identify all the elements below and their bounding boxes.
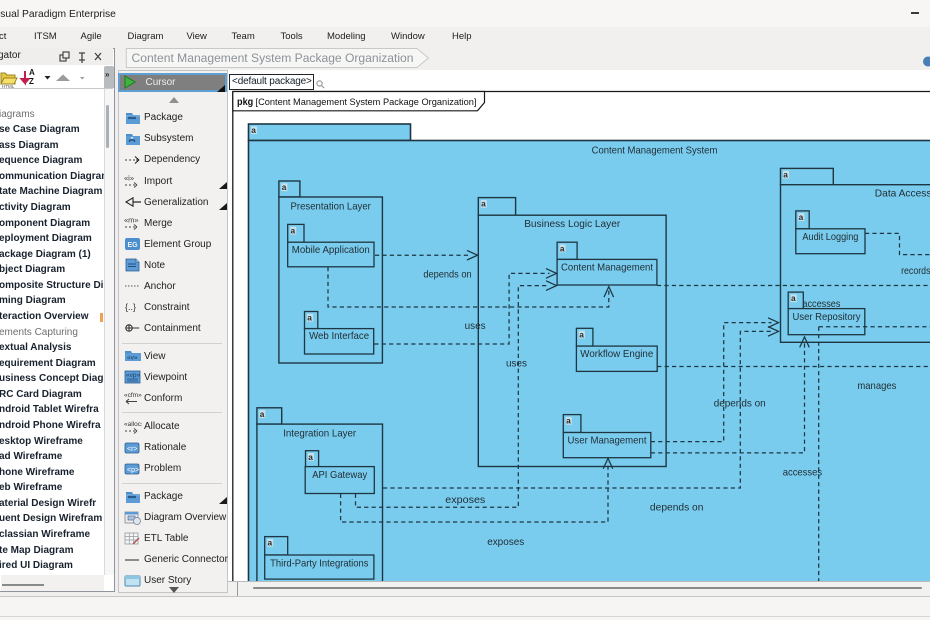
svg-text:a: a [267,538,272,548]
svg-text:Data Access Layer: Data Access Layer [874,189,930,200]
svg-text:«vp»: «vp» [126,372,140,379]
svg-text:Presentation Layer: Presentation Layer [290,202,371,213]
svg-text:«v»: «v» [127,355,138,362]
svg-text:a: a [251,125,256,135]
svg-text:«cfm»: «cfm» [124,392,142,399]
svg-text:Integration Layer: Integration Layer [283,429,357,440]
svg-text:Mobile Application: Mobile Application [291,245,369,256]
svg-text:manages: manages [857,381,896,392]
svg-text:a: a [559,243,564,253]
svg-text:a: a [791,293,796,303]
svg-text:{..}: {..} [125,302,136,312]
svg-text:Web Interface: Web Interface [309,331,369,342]
svg-text:Content Management: Content Management [561,262,653,273]
svg-text:a: a [281,182,286,192]
svg-text:uses: uses [464,321,485,332]
svg-text:records: records [901,266,930,277]
svg-text:a: a [566,416,571,426]
svg-text:a: a [798,212,803,222]
svg-text:Third-Party Integrations: Third-Party Integrations [270,558,368,569]
svg-text:depends on: depends on [649,502,703,513]
svg-text:A: A [29,68,35,77]
svg-text:accesses: accesses [802,299,840,310]
svg-text:a: a [579,329,584,339]
svg-text:exposes: exposes [487,537,524,548]
svg-text:Business Logic Layer: Business Logic Layer [524,219,621,230]
svg-text:a: a [481,199,486,209]
svg-text:EG: EG [128,242,139,249]
svg-text:Z: Z [29,77,34,86]
svg-text:exposes: exposes [445,495,485,506]
svg-text:a: a [290,226,295,236]
svg-text:<p>: <p> [127,467,139,474]
svg-text:uses: uses [506,358,527,369]
svg-text:accesses: accesses [782,468,821,479]
svg-text:a: a [307,313,312,323]
svg-text:pkg: pkg [237,97,253,108]
svg-text:User Management: User Management [567,436,646,447]
svg-text:«i»: «i» [124,174,134,183]
svg-text:Content Management System Pack: Content Management System Package Organi… [132,51,414,65]
svg-text:User Repository: User Repository [792,312,861,323]
svg-text:depends on: depends on [713,398,765,409]
svg-text:Audit Logging: Audit Logging [802,232,858,243]
svg-text:Workflow Engine: Workflow Engine [580,349,653,360]
svg-text:«alloc»: «alloc» [124,421,142,428]
svg-text:API Gateway: API Gateway [312,470,368,481]
svg-text:a: a [308,452,313,462]
svg-text:[Content Management System Pac: [Content Management System Package Organ… [255,97,476,108]
svg-text:a: a [783,170,788,180]
svg-text:<r>: <r> [127,446,138,453]
svg-text:a: a [259,409,264,419]
svg-text:Content Management System: Content Management System [591,146,717,157]
svg-text:«m»: «m» [124,216,139,225]
svg-text:depends on: depends on [423,269,471,280]
